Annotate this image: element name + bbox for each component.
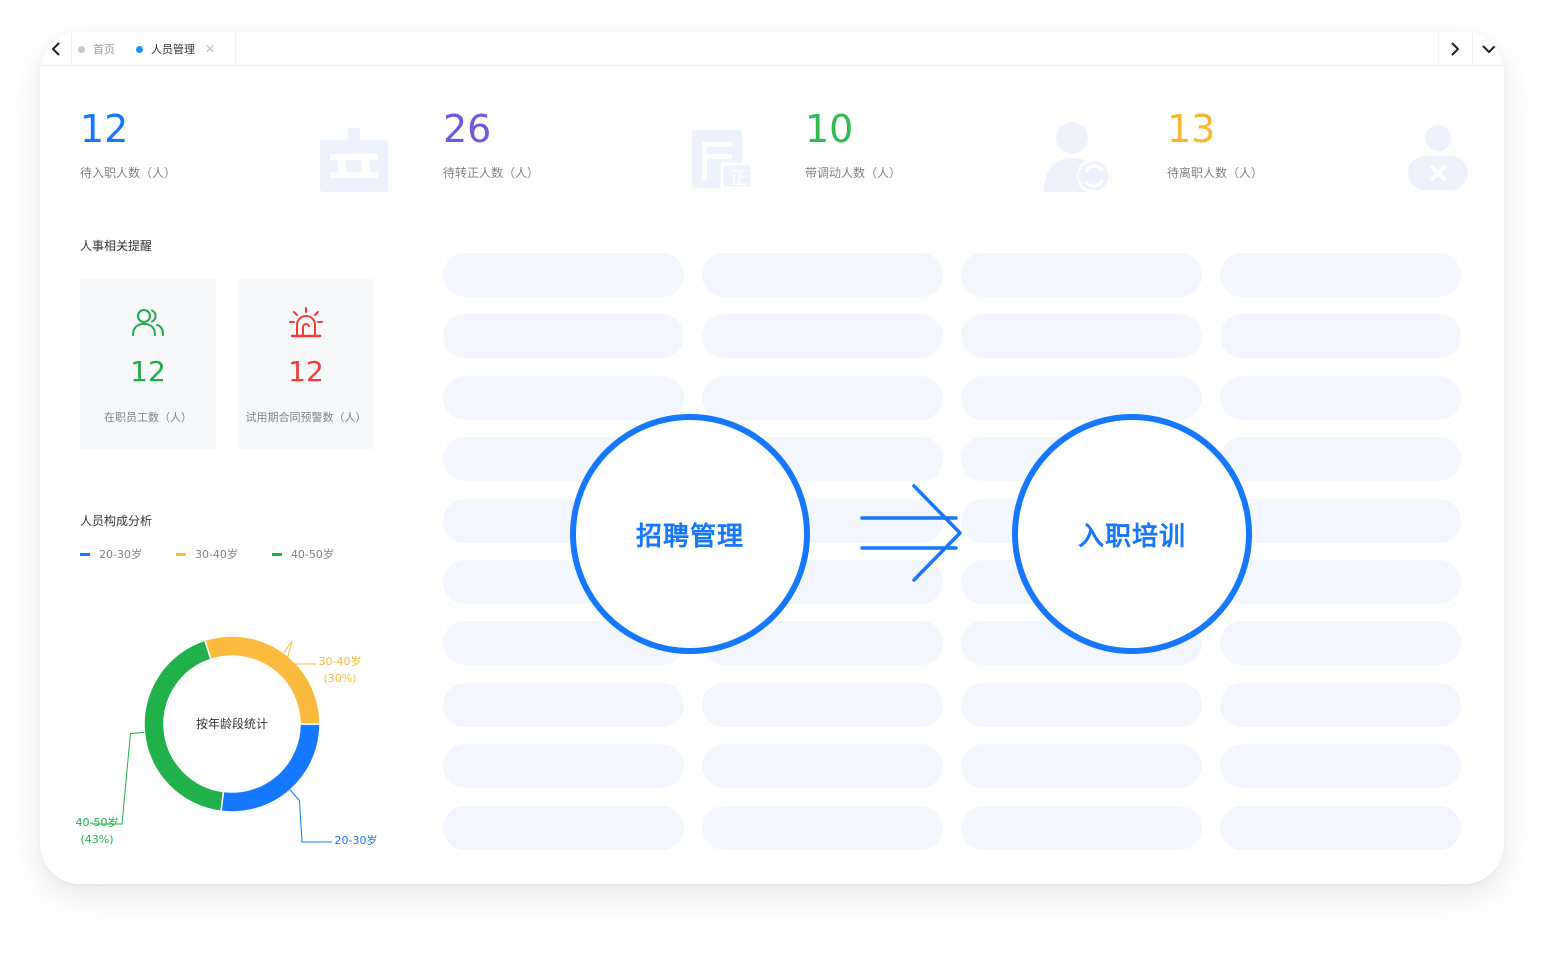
- double-arrow-icon: [860, 484, 962, 582]
- step-label: 招聘管理: [635, 521, 744, 552]
- step-recruitment[interactable]: 招聘管理: [570, 414, 810, 654]
- app-window: 首页 人员管理 ✕ 12 待入职人数（人） 26 待转正人数（人） 正 10 带…: [40, 32, 1504, 884]
- step-label: 入职培训: [1077, 521, 1186, 552]
- process-flow: 招聘管理 入职培训: [40, 32, 1504, 884]
- step-onboarding-training[interactable]: 入职培训: [1012, 414, 1252, 654]
